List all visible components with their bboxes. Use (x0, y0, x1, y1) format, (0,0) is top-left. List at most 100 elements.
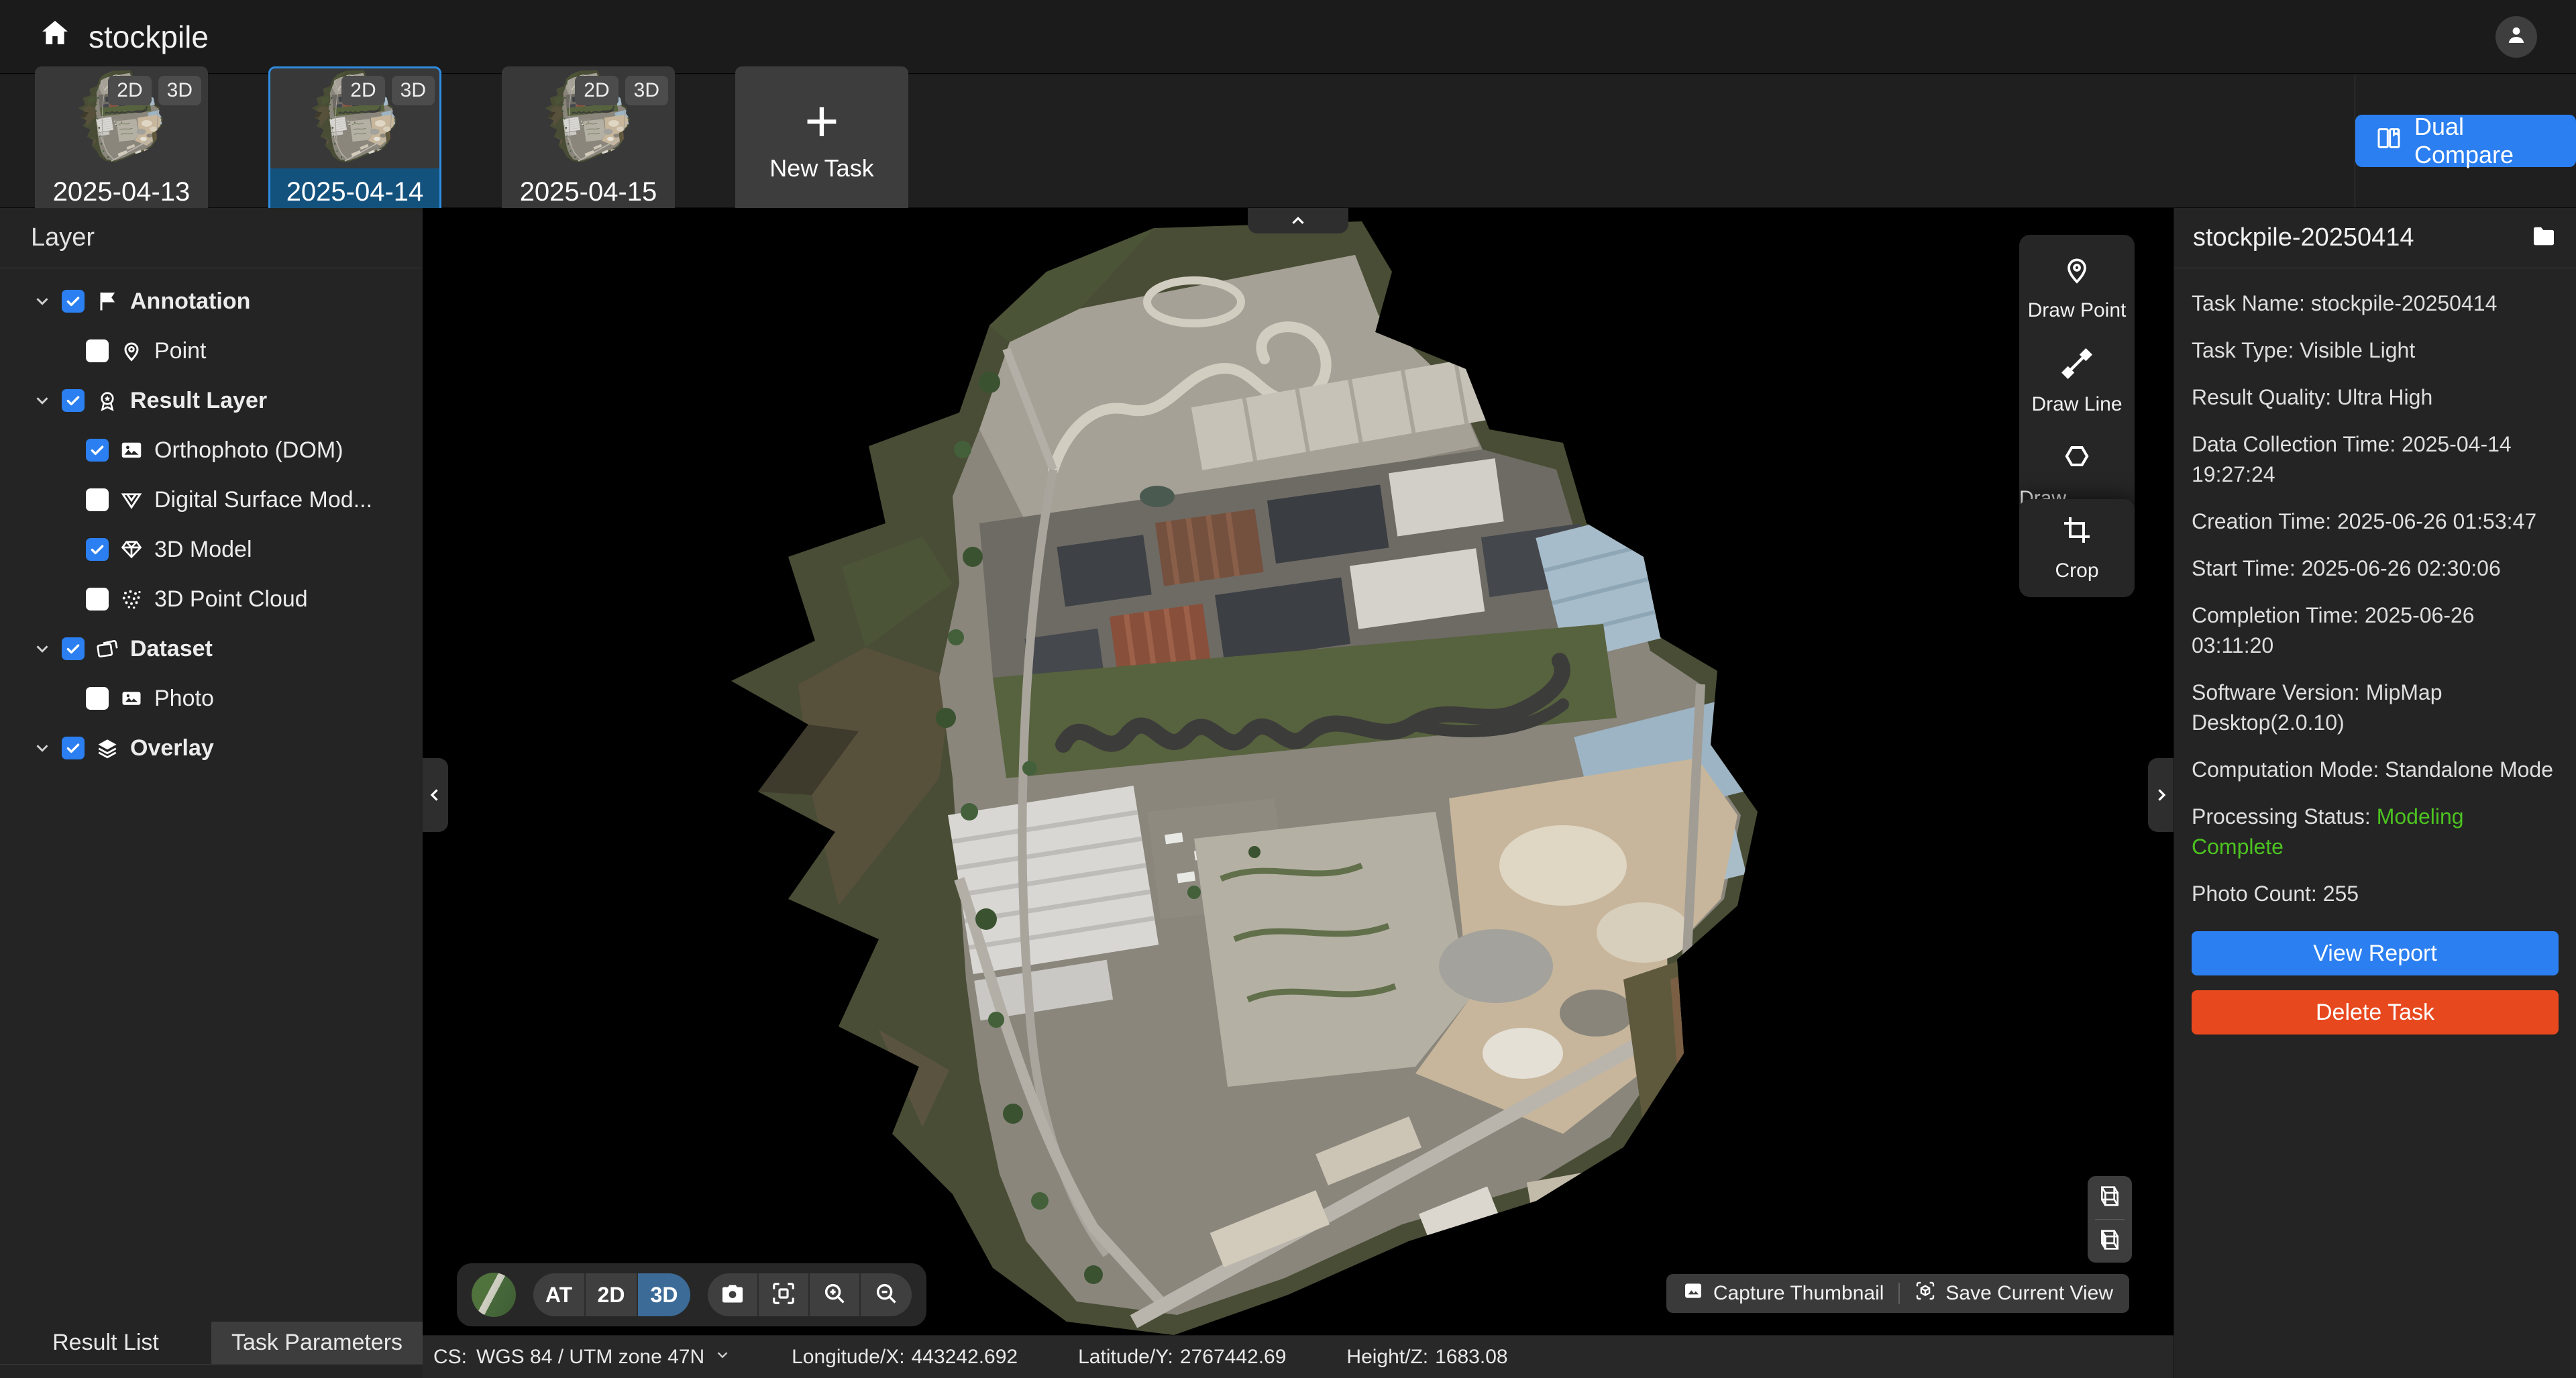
pin-icon (119, 338, 144, 364)
task-thumbnail: 2D 3D (268, 66, 441, 168)
crop-button[interactable]: Crop (2019, 514, 2135, 582)
view-cube-controls (2088, 1176, 2132, 1263)
screenshot-button[interactable] (708, 1273, 759, 1316)
dsm-icon (119, 487, 144, 513)
tree-row-dataset[interactable]: Dataset (0, 624, 423, 674)
mode-2d-button[interactable]: 2D (586, 1273, 638, 1316)
app-root: stockpile 2D 3D 2025-04-13 (0, 0, 2576, 1378)
checkbox-photo[interactable] (86, 687, 109, 710)
capture-save-bar: Capture Thumbnail Save Current View (1666, 1274, 2129, 1313)
checkbox-3d-model[interactable] (86, 538, 109, 561)
layer-tree: Annotation Point Result Layer Orthop (0, 268, 423, 773)
image-icon (119, 437, 144, 463)
app-brand[interactable]: stockpile (39, 17, 209, 56)
checkbox-orthophoto[interactable] (86, 439, 109, 462)
chevron-down-icon[interactable] (31, 737, 54, 759)
taskbar-right-section: Dual Compare (2355, 74, 2576, 207)
viewer-toolbar: AT 2D 3D (457, 1263, 926, 1326)
checkbox-annotation[interactable] (62, 290, 85, 313)
field-software-version: Software Version: MipMap Desktop(2.0.10) (2192, 678, 2559, 738)
basemap-thumbnail[interactable] (472, 1273, 516, 1317)
tree-row-point-cloud[interactable]: 3D Point Cloud (0, 574, 423, 624)
zoom-in-button[interactable] (810, 1273, 861, 1316)
checkbox-overlay[interactable] (62, 737, 85, 759)
draw-line-icon (2061, 348, 2093, 385)
cube-solid-button[interactable] (2088, 1220, 2132, 1263)
mode-3d-button[interactable]: 3D (638, 1273, 690, 1316)
longitude-readout: Longitude/X:443242.692 (792, 1346, 1018, 1369)
tree-row-annotation[interactable]: Annotation (0, 276, 423, 326)
fit-icon (771, 1281, 796, 1310)
field-task-name: Task Name: stockpile-20250414 (2192, 288, 2559, 319)
collapse-sidebar-handle[interactable] (423, 758, 448, 832)
mode-at-button[interactable]: AT (533, 1273, 586, 1316)
field-creation-time: Creation Time: 2025-06-26 01:53:47 (2192, 507, 2559, 537)
tree-row-overlay[interactable]: Overlay (0, 723, 423, 773)
collapse-taskbar-handle[interactable] (1248, 208, 1348, 233)
chevron-down-icon[interactable] (31, 389, 54, 412)
medal-icon (95, 388, 120, 413)
crs-selector[interactable]: CS: WGS 84 / UTM zone 47N (433, 1346, 731, 1369)
tree-row-dsm[interactable]: Digital Surface Mod... (0, 475, 423, 525)
draw-line-button[interactable]: Draw Line (2019, 348, 2135, 416)
checkbox-point[interactable] (86, 339, 109, 362)
draw-polygon-icon (2061, 441, 2093, 479)
map-viewport[interactable]: Draw Point Draw Line Draw Polygon Crop (423, 208, 2174, 1378)
sidebar-bottom-tabs: Result List Task Parameters (0, 1322, 423, 1365)
field-data-collection-time: Data Collection Time: 2025-04-14 19:27:2… (2192, 429, 2559, 490)
tree-row-photo[interactable]: Photo (0, 674, 423, 723)
tab-result-list[interactable]: Result List (0, 1322, 211, 1364)
checkbox-dsm[interactable] (86, 488, 109, 511)
task-card-2025-04-15[interactable]: 2D 3D 2025-04-15 (502, 66, 675, 215)
dual-compare-icon (2375, 125, 2402, 158)
tab-task-parameters[interactable]: Task Parameters (211, 1322, 423, 1364)
tree-row-point[interactable]: Point (0, 326, 423, 376)
fit-view-button[interactable] (759, 1273, 810, 1316)
coordinate-status-bar: CS: WGS 84 / UTM zone 47N Longitude/X:44… (423, 1335, 2174, 1378)
tree-row-orthophoto[interactable]: Orthophoto (DOM) (0, 425, 423, 475)
top-header: stockpile (0, 0, 2576, 74)
zoom-out-button[interactable] (861, 1273, 912, 1316)
draw-point-icon (2061, 254, 2093, 291)
task-card-2025-04-13[interactable]: 2D 3D 2025-04-13 (35, 66, 208, 215)
draw-point-button[interactable]: Draw Point (2019, 254, 2135, 322)
viewer-actions-group (708, 1273, 912, 1316)
task-thumbnail: 2D 3D (502, 66, 675, 168)
gem-icon (119, 537, 144, 562)
cube-solid-icon (2096, 1226, 2123, 1257)
chevron-down-icon[interactable] (31, 290, 54, 313)
new-task-button[interactable]: + New Task (735, 66, 908, 215)
zoom-out-icon (873, 1281, 899, 1310)
user-avatar[interactable] (2496, 16, 2537, 58)
task-card-2025-04-14[interactable]: 2D 3D 2025-04-14 (268, 66, 441, 215)
tree-row-3d-model[interactable]: 3D Model (0, 525, 423, 574)
photos-icon (95, 636, 120, 661)
latitude-readout: Latitude/Y:2767442.69 (1078, 1346, 1286, 1369)
capture-thumbnail-button[interactable]: Capture Thumbnail (1682, 1280, 1884, 1307)
checkbox-result-layer[interactable] (62, 389, 85, 412)
delete-task-button[interactable]: Delete Task (2192, 990, 2559, 1035)
checkbox-point-cloud[interactable] (86, 588, 109, 611)
new-task-label: New Task (769, 154, 873, 182)
chevron-down-icon[interactable] (31, 637, 54, 660)
view-report-button[interactable]: View Report (2192, 931, 2559, 975)
collapse-rightpanel-handle[interactable] (2148, 758, 2174, 832)
zoom-in-icon (822, 1281, 847, 1310)
field-photo-count: Photo Count: 255 (2192, 879, 2559, 909)
folder-icon[interactable] (2530, 223, 2557, 253)
cube-wire-button[interactable] (2088, 1176, 2132, 1219)
checkbox-dataset[interactable] (62, 637, 85, 660)
flag-icon (95, 288, 120, 314)
task-thumbnail-bar: 2D 3D 2025-04-13 2D 3D 2025-04-14 (0, 74, 2576, 208)
photo-icon (119, 686, 144, 711)
view-mode-group: AT 2D 3D (533, 1273, 690, 1316)
task-panel-header: stockpile-20250414 (2174, 208, 2576, 268)
badge-3d: 3D (392, 76, 435, 105)
dual-compare-button[interactable]: Dual Compare (2355, 115, 2576, 167)
badge-3d: 3D (625, 76, 668, 105)
save-current-view-button[interactable]: Save Current View (1915, 1280, 2113, 1307)
height-readout: Height/Z:1683.08 (1346, 1346, 1507, 1369)
home-icon[interactable] (39, 17, 71, 56)
orthophoto-3d-model[interactable] (423, 208, 2174, 1378)
tree-row-result-layer[interactable]: Result Layer (0, 376, 423, 425)
